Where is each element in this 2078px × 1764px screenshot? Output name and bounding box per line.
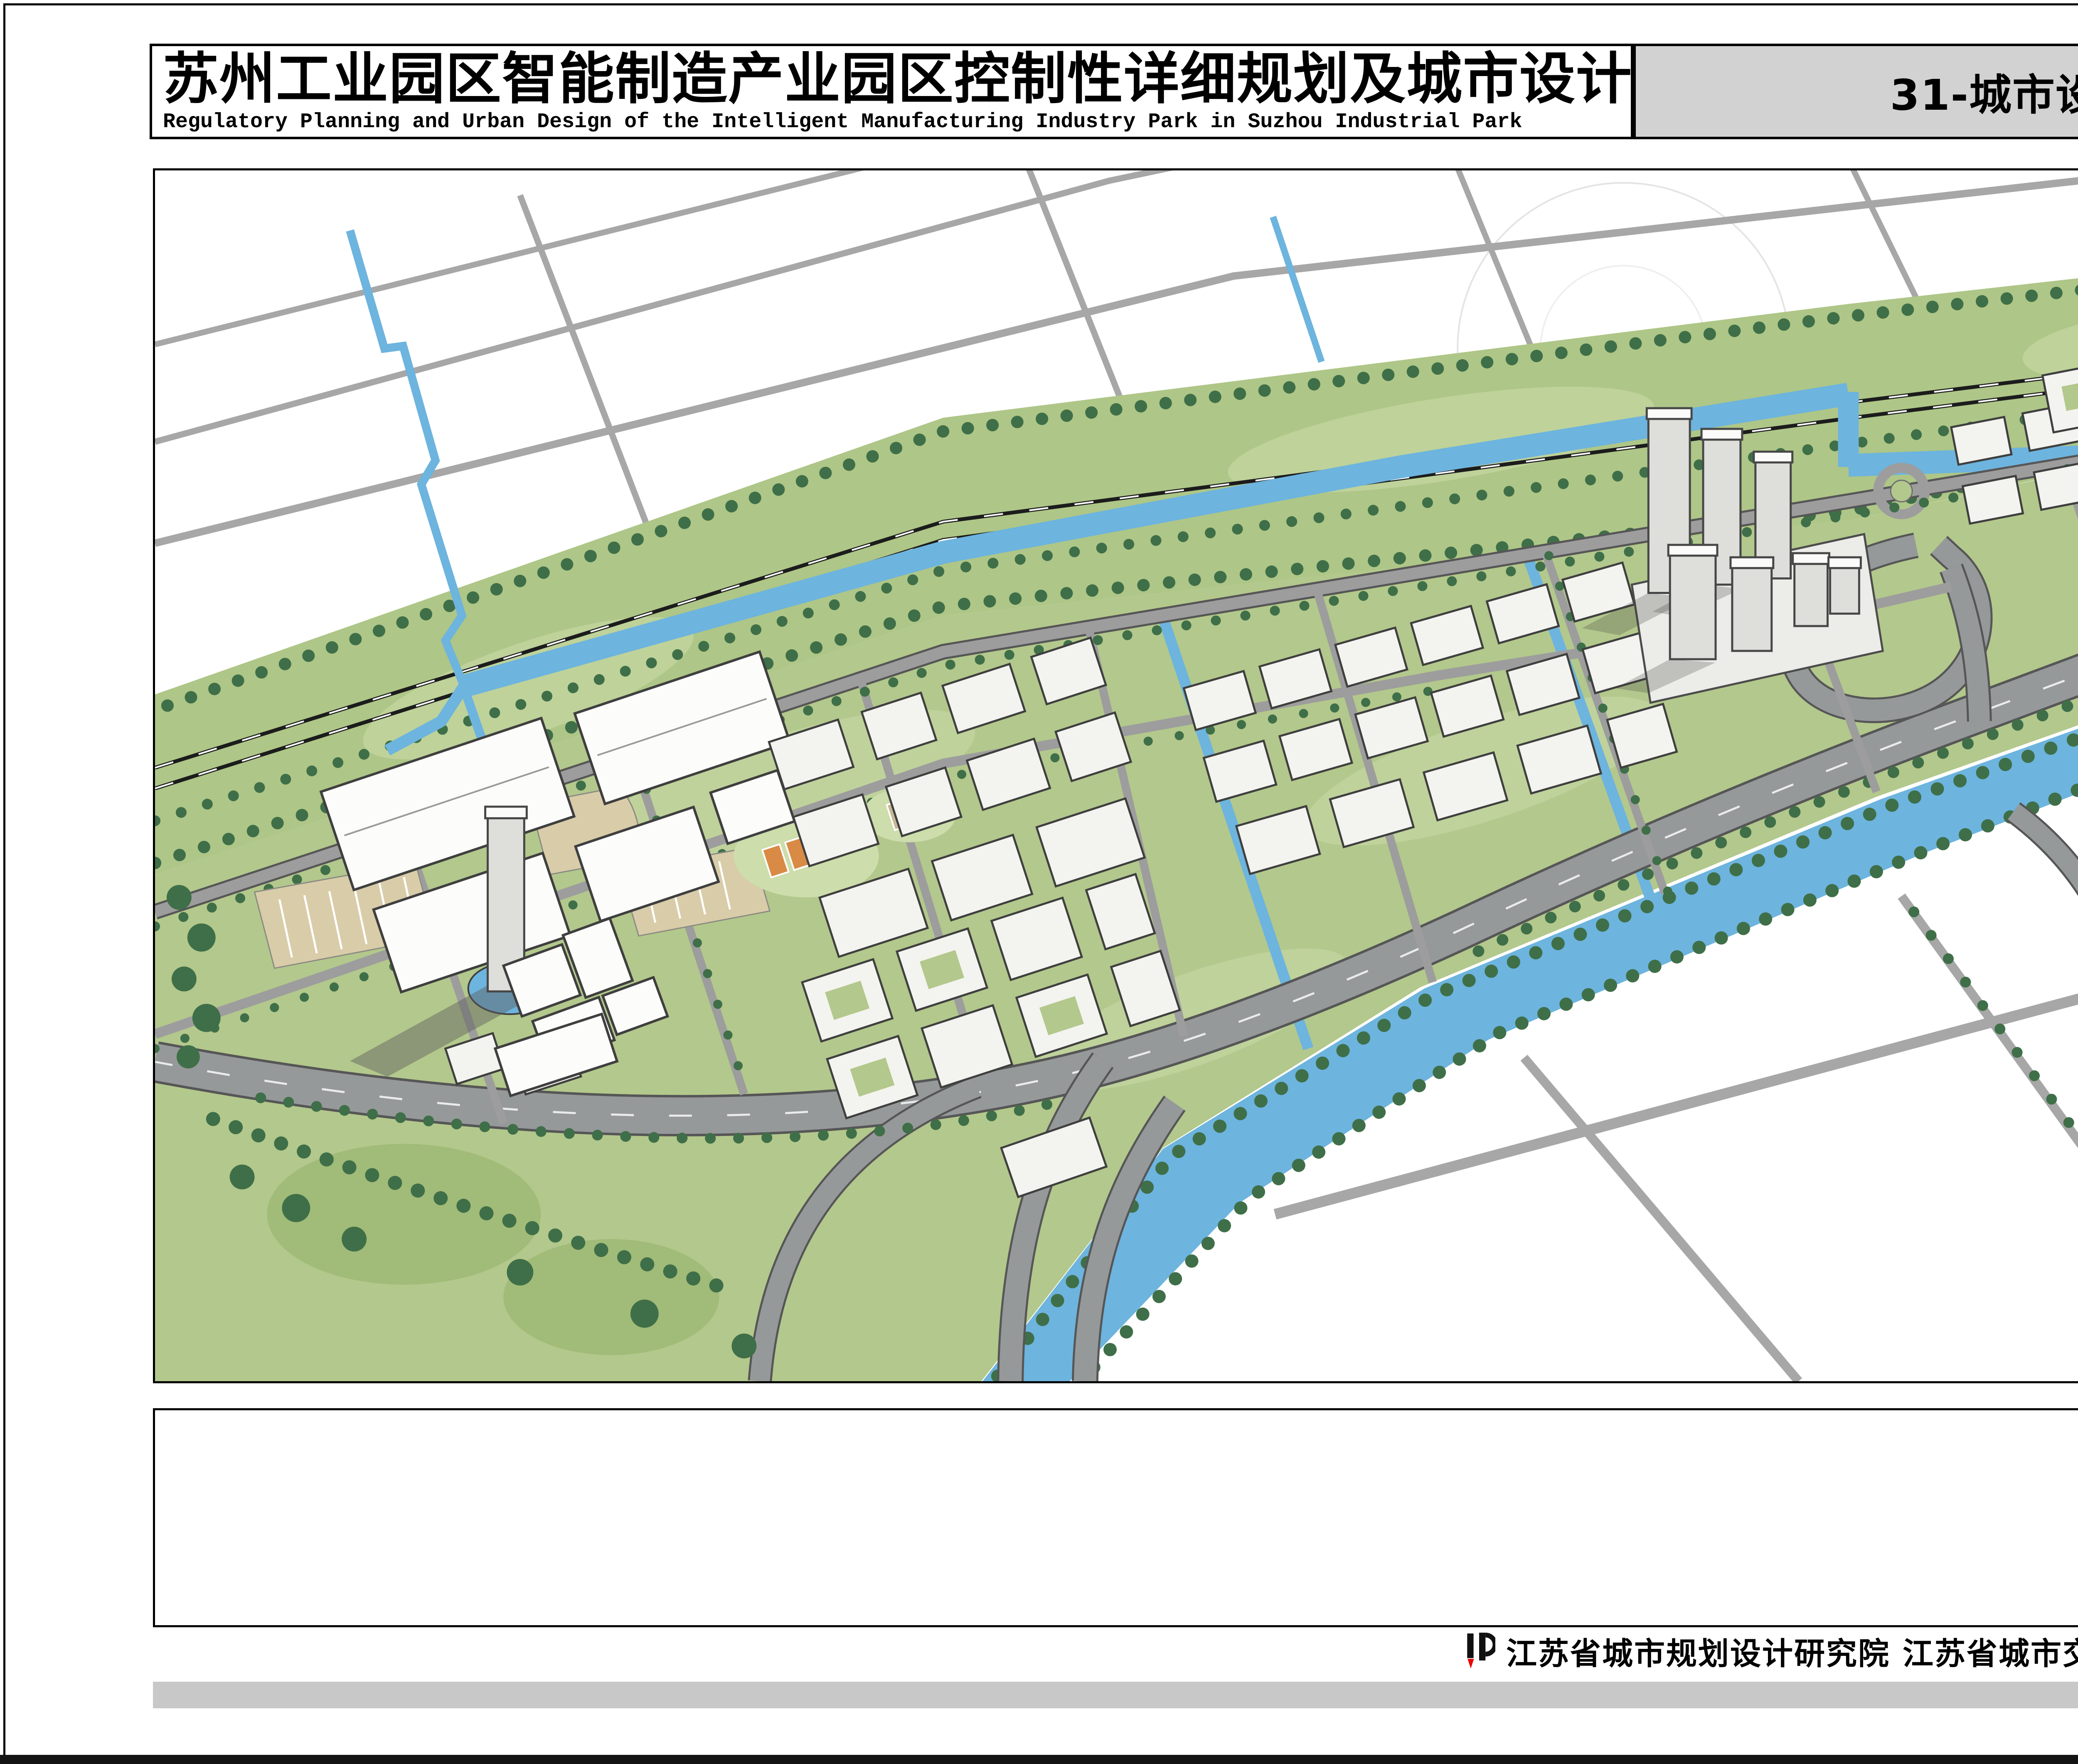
institute-logo-icon	[1463, 1633, 1495, 1669]
project-title-english: Regulatory Planning and Urban Design of …	[163, 110, 1631, 134]
aerial-rendering-frame	[153, 168, 2078, 1383]
page-bottom-bar	[0, 1755, 2078, 1764]
plan-sheet: 苏州工业园区智能制造产业园区控制性详细规划及城市设计 Regulatory Pl…	[0, 0, 2078, 1764]
aerial-rendering	[155, 170, 2078, 1381]
page-frame-top-rule	[3, 3, 2078, 5]
footer-organizations: 江苏省城市规划设计研究院江苏省城市交通规划研究中心	[1506, 1629, 2078, 1673]
footer-gray-bar	[153, 1682, 2078, 1708]
sheet-label: 31-城市设计三维鸟瞰图	[1890, 61, 2078, 122]
org-1: 江苏省城市规划设计研究院	[1506, 1636, 1890, 1672]
project-title-chinese: 苏州工业园区智能制造产业园区控制性详细规划及城市设计	[163, 51, 1631, 107]
sheet-label-box: 31-城市设计三维鸟瞰图	[1633, 44, 2078, 139]
title-block: 苏州工业园区智能制造产业园区控制性详细规划及城市设计 Regulatory Pl…	[150, 44, 1633, 139]
page-frame-left-rule	[3, 3, 5, 1756]
org-2: 江苏省城市交通规划研究中心	[1903, 1636, 2078, 1672]
notes-box	[153, 1408, 2078, 1627]
footer: 江苏省城市规划设计研究院江苏省城市交通规划研究中心	[1463, 1630, 2078, 1672]
